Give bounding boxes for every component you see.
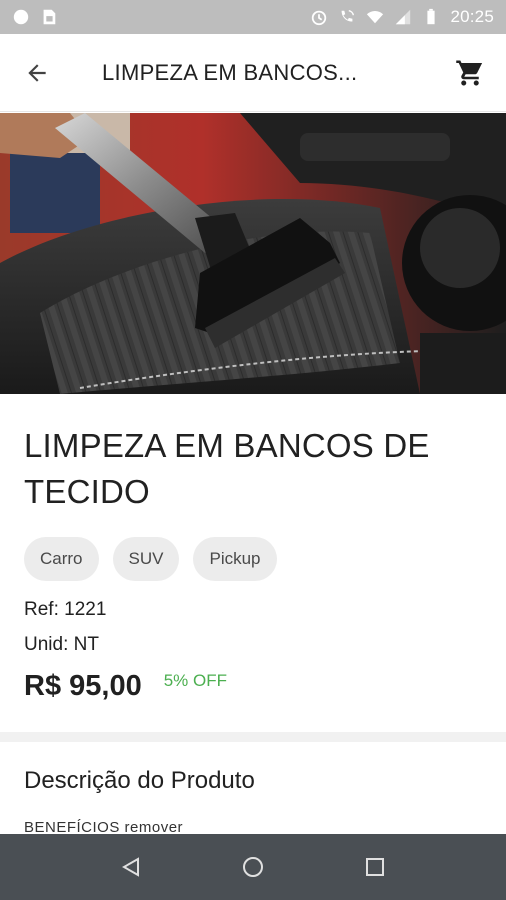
app-bar: LIMPEZA EM BANCOS... <box>0 34 506 112</box>
product-unit: Unid: NT <box>24 634 99 655</box>
chip-pickup[interactable]: Pickup <box>193 537 277 581</box>
back-button[interactable] <box>0 34 74 112</box>
circle-icon <box>13 9 29 25</box>
nav-recents-button[interactable] <box>353 845 397 889</box>
section-divider <box>0 732 506 742</box>
signal-icon <box>396 9 411 25</box>
status-bar: 20:25 <box>0 0 506 34</box>
alarm-icon <box>312 10 327 26</box>
wifi-icon <box>367 11 384 24</box>
recents-square-icon <box>366 858 384 876</box>
chip-carro[interactable]: Carro <box>24 537 99 581</box>
wifi-call-icon <box>342 9 355 22</box>
chip-suv[interactable]: SUV <box>112 537 180 581</box>
back-triangle-icon <box>121 857 139 877</box>
cart-button[interactable] <box>434 34 506 112</box>
product-title: LIMPEZA EM BANCOS DE TECIDO <box>24 427 430 510</box>
system-nav-bar <box>0 834 506 900</box>
discount-badge: 5% OFF <box>163 671 227 690</box>
nav-home-button[interactable] <box>231 845 275 889</box>
sim-icon <box>43 9 56 25</box>
product-price: R$ 95,00 <box>24 670 142 702</box>
nav-back-button[interactable] <box>109 845 153 889</box>
product-ref: Ref: 1221 <box>24 599 107 620</box>
product-info: LIMPEZA EM BANCOS DE TECIDO Carro SUV Pi… <box>0 394 506 732</box>
home-circle-icon <box>243 857 263 877</box>
description-preview: BENEFÍCIOS remover <box>24 819 184 834</box>
status-right: 20:25 <box>310 7 494 27</box>
price-row: R$ 95,00 5% OFF <box>24 670 482 703</box>
car-seat-vacuum-cleaning-photo <box>0 113 506 394</box>
description-title: Descrição do Produto <box>24 767 255 794</box>
product-image <box>0 113 506 394</box>
shopping-cart-icon <box>456 60 483 85</box>
status-time: 20:25 <box>450 7 494 26</box>
description-section: Descrição do Produto BENEFÍCIOS remover <box>0 742 506 834</box>
status-left <box>12 8 58 26</box>
vehicle-chips: Carro SUV Pickup <box>24 537 482 581</box>
arrow-left-icon <box>28 63 46 82</box>
battery-icon <box>427 8 436 25</box>
app-bar-title: LIMPEZA EM BANCOS... <box>102 59 358 85</box>
